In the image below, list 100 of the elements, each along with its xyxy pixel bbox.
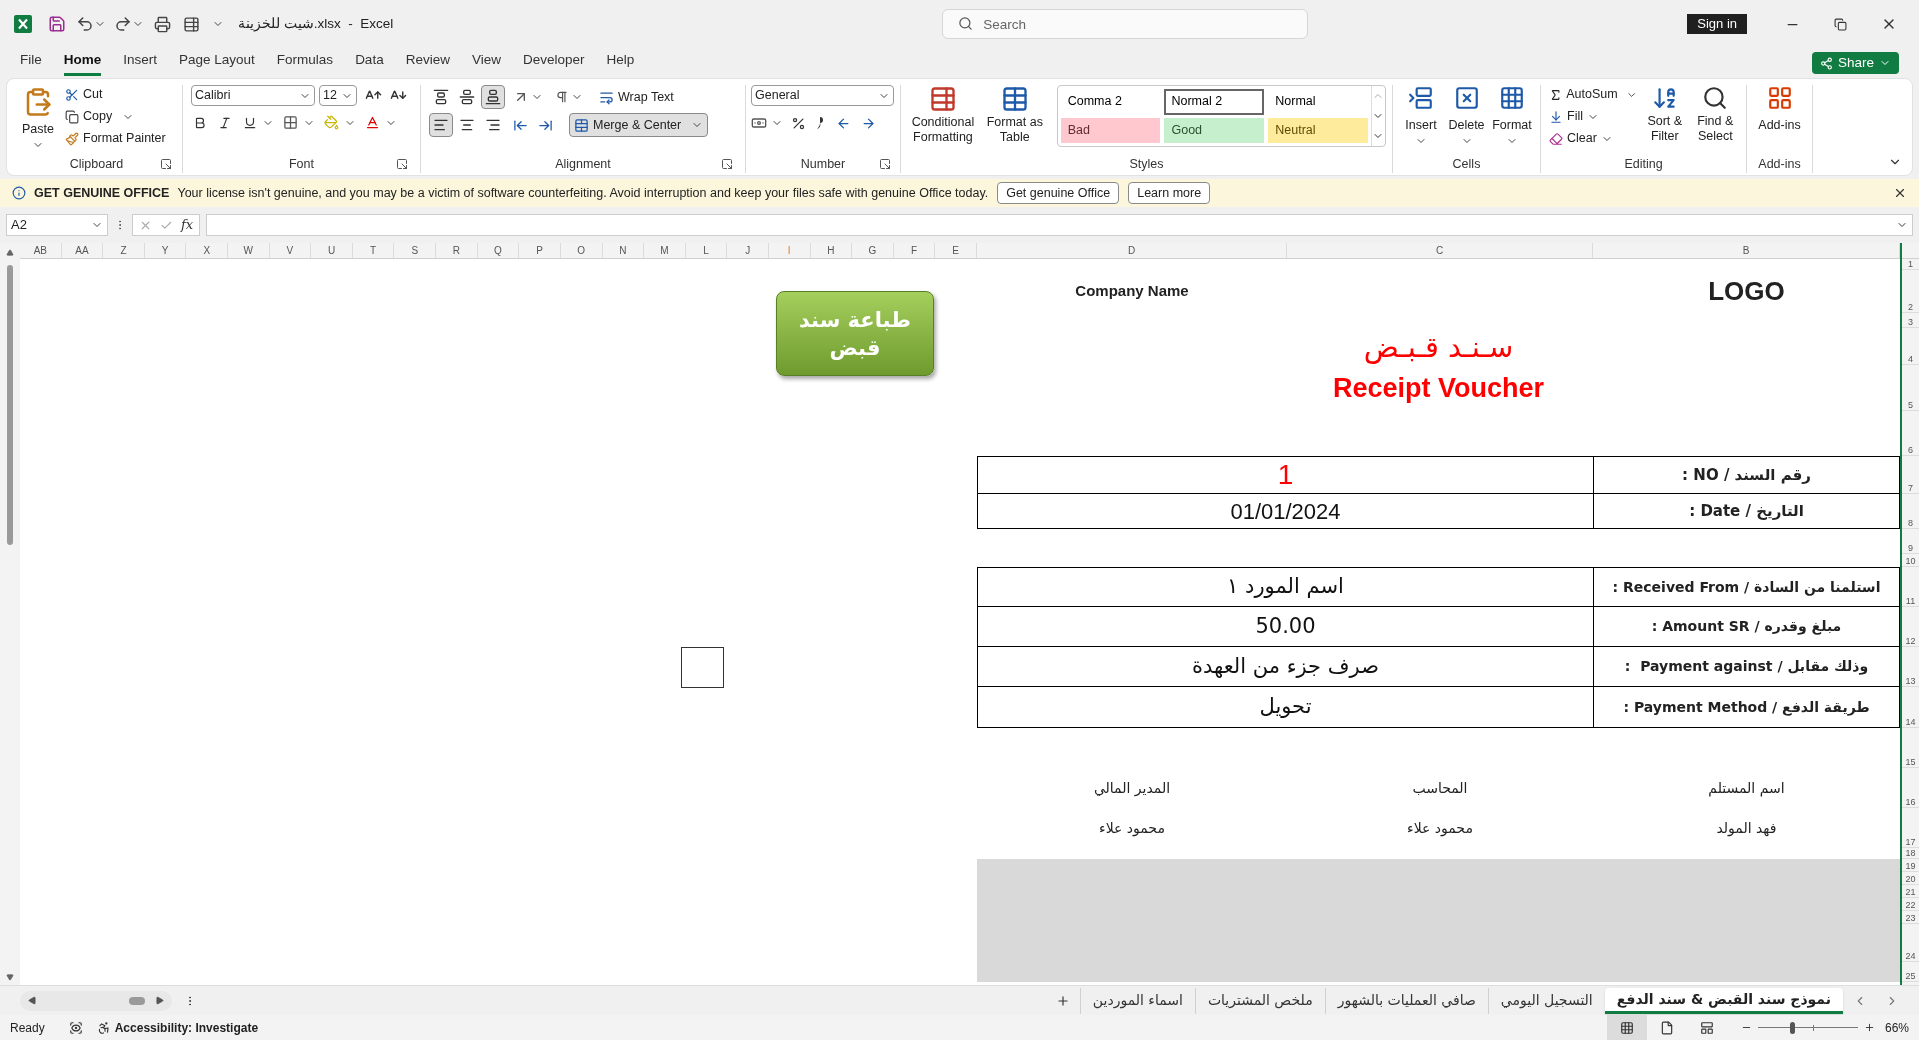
row-header[interactable]: 4 <box>1902 328 1919 365</box>
bold-icon[interactable] <box>193 115 207 130</box>
sheet-tab[interactable]: التسجيل اليومي <box>1487 987 1605 1014</box>
menu-tab[interactable]: Help <box>606 50 635 76</box>
row-header[interactable]: 3 <box>1902 313 1919 328</box>
message-button[interactable]: Get genuine Office <box>997 182 1120 204</box>
add-sheet-icon[interactable] <box>1055 993 1070 1008</box>
column-header[interactable]: Q <box>477 243 520 258</box>
fill-color-icon[interactable] <box>324 115 339 130</box>
column-header[interactable]: X <box>186 243 229 258</box>
row-header[interactable]: 11 <box>1902 567 1919 607</box>
format-as-table-button[interactable]: Format as Table <box>984 85 1045 147</box>
zoom-thumb[interactable] <box>1789 1021 1795 1034</box>
sign-in-button[interactable]: Sign in <box>1687 14 1747 34</box>
row-header[interactable]: 22 <box>1902 898 1919 911</box>
search-field[interactable]: Search <box>942 9 1309 39</box>
column-header[interactable]: S <box>394 243 437 258</box>
dialog-launcher-icon[interactable] <box>879 158 891 170</box>
name-box[interactable]: A2 <box>6 214 108 236</box>
delete-button[interactable]: Delete <box>1444 85 1489 147</box>
italic-icon[interactable] <box>218 115 232 130</box>
save-icon[interactable] <box>48 15 66 33</box>
formula-input[interactable] <box>206 214 1913 236</box>
row-header[interactable]: 19 <box>1902 859 1919 872</box>
column-header[interactable]: L <box>685 243 728 258</box>
row-header[interactable]: 16 <box>1902 768 1919 808</box>
column-header[interactable]: M <box>644 243 686 258</box>
row-header[interactable]: 6 <box>1902 411 1919 456</box>
redo-icon[interactable] <box>114 15 132 33</box>
restore-icon[interactable] <box>1834 17 1847 31</box>
row-header[interactable]: 18 <box>1902 848 1919 859</box>
font-color-icon[interactable] <box>365 115 380 130</box>
column-header[interactable]: H <box>810 243 853 258</box>
form-icon[interactable] <box>183 15 200 33</box>
cell-style-item[interactable]: Bad <box>1060 117 1161 143</box>
menu-tab[interactable]: Home <box>63 50 102 76</box>
menu-tab[interactable]: Insert <box>123 50 158 76</box>
message-button[interactable]: Learn more <box>1128 182 1211 204</box>
column-header[interactable]: V <box>269 243 312 258</box>
print-preview-icon[interactable] <box>154 15 171 33</box>
format-button[interactable]: Format <box>1490 85 1534 147</box>
row-header[interactable]: 23 <box>1902 911 1919 924</box>
row-header[interactable]: 14 <box>1902 687 1919 728</box>
merge-center-button[interactable]: Merge & Center <box>569 113 709 137</box>
share-button[interactable]: Share <box>1811 52 1899 74</box>
wrap-text-button[interactable]: Wrap Text <box>599 87 674 107</box>
add-ins-button[interactable]: Add-ins <box>1747 85 1812 135</box>
menu-tab[interactable]: Data <box>355 50 384 76</box>
text-direction-icon[interactable] <box>555 90 569 104</box>
paste-button[interactable]: Paste <box>17 85 59 151</box>
normal-view-button[interactable] <box>1606 1015 1647 1040</box>
find-select-button[interactable]: Find & Select <box>1692 85 1738 148</box>
zoom-in-icon[interactable] <box>1863 1022 1875 1033</box>
column-header[interactable]: AB <box>20 243 62 258</box>
undo-icon[interactable] <box>76 15 94 33</box>
column-header[interactable]: C <box>1287 243 1593 258</box>
macro-recording-icon[interactable] <box>68 1020 83 1035</box>
column-header[interactable]: Z <box>103 243 145 258</box>
menu-tab[interactable]: Formulas <box>276 50 334 76</box>
row-header[interactable]: 17 <box>1902 808 1919 848</box>
sheet-tab[interactable]: ملخص المشتريات <box>1194 987 1325 1014</box>
column-header[interactable]: Y <box>144 243 187 258</box>
row-header[interactable]: 10 <box>1902 554 1919 567</box>
sheet-tab[interactable]: نموذج سند القبض & سند الدفع <box>1604 987 1843 1014</box>
column-header[interactable]: U <box>311 243 353 258</box>
dialog-launcher-icon[interactable] <box>396 158 408 170</box>
cut-button[interactable]: Cut <box>65 85 166 104</box>
sort-filter-button[interactable]: Sort & Filter <box>1643 85 1687 148</box>
autosum-button[interactable]: AutoSum <box>1549 85 1637 104</box>
align-left-button[interactable] <box>429 113 453 137</box>
cell-style-item[interactable]: Neutral <box>1268 117 1368 143</box>
accessibility-status[interactable]: Accessibility: Investigate <box>114 1018 259 1037</box>
dialog-launcher-icon[interactable] <box>160 158 172 170</box>
scroll-right-icon[interactable] <box>155 996 164 1005</box>
font-size-dropdown[interactable]: 12 <box>319 85 357 106</box>
row-header[interactable]: 13 <box>1902 647 1919 687</box>
column-header[interactable]: W <box>228 243 270 258</box>
cell-style-item[interactable]: Normal 2 <box>1164 89 1265 115</box>
column-header[interactable]: T <box>352 243 395 258</box>
row-header[interactable]: 25 <box>1902 962 1919 982</box>
comma-style-icon[interactable] <box>816 116 824 130</box>
conditional-formatting-button[interactable]: Conditional Formatting <box>907 85 979 147</box>
menu-tab[interactable]: Review <box>405 50 450 76</box>
accounting-format-icon[interactable] <box>751 115 767 131</box>
row-header[interactable]: 9 <box>1902 529 1919 554</box>
column-header[interactable]: O <box>560 243 603 258</box>
decrease-decimal-icon[interactable] <box>861 115 876 131</box>
column-header[interactable]: AA <box>61 243 104 258</box>
row-header[interactable]: 12 <box>1902 607 1919 647</box>
menu-tab[interactable]: File <box>20 50 42 76</box>
column-header[interactable]: D <box>977 243 1287 258</box>
row-header[interactable]: 24 <box>1902 924 1919 962</box>
cell-style-item[interactable]: Good <box>1164 117 1265 143</box>
row-header[interactable]: 2 <box>1902 270 1919 313</box>
column-header[interactable]: P <box>519 243 561 258</box>
menu-tab[interactable]: View <box>471 50 501 76</box>
insert-button[interactable]: Insert <box>1399 85 1443 147</box>
row-header[interactable]: 1 <box>1902 259 1919 270</box>
row-header[interactable]: 5 <box>1902 365 1919 411</box>
increase-decimal-icon[interactable] <box>836 115 851 131</box>
